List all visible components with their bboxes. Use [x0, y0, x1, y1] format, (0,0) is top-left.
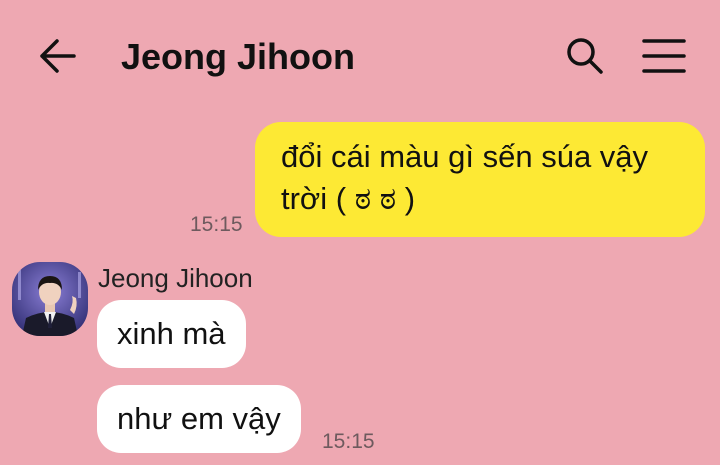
arrow-left-icon — [40, 39, 76, 73]
search-button[interactable] — [563, 34, 607, 78]
search-icon — [567, 38, 603, 74]
message-timestamp: 15:15 — [190, 213, 243, 236]
message-timestamp: 15:15 — [322, 430, 375, 453]
incoming-message-bubble[interactable]: xinh mà — [97, 300, 246, 368]
message-text-line: trời ( ಠ ಠ ) — [281, 181, 416, 216]
outgoing-message-bubble[interactable]: đổi cái màu gì sến súa vậy trời ( ಠ ಠ ) — [255, 122, 705, 237]
hamburger-menu-icon — [642, 39, 686, 73]
incoming-message-bubble[interactable]: như em vậy — [97, 385, 301, 453]
chat-title: Jeong Jihoon — [121, 36, 355, 77]
message-text: như em vậy — [117, 401, 281, 436]
back-button[interactable] — [36, 36, 80, 76]
profile-photo — [12, 262, 88, 336]
message-text-line: đổi cái màu gì sến súa vậy — [281, 139, 649, 174]
sender-name: Jeong Jihoon — [98, 263, 253, 293]
message-text: xinh mà — [117, 316, 226, 351]
chat-header: Jeong Jihoon — [0, 0, 720, 115]
menu-button[interactable] — [642, 38, 686, 74]
avatar[interactable] — [12, 262, 88, 336]
